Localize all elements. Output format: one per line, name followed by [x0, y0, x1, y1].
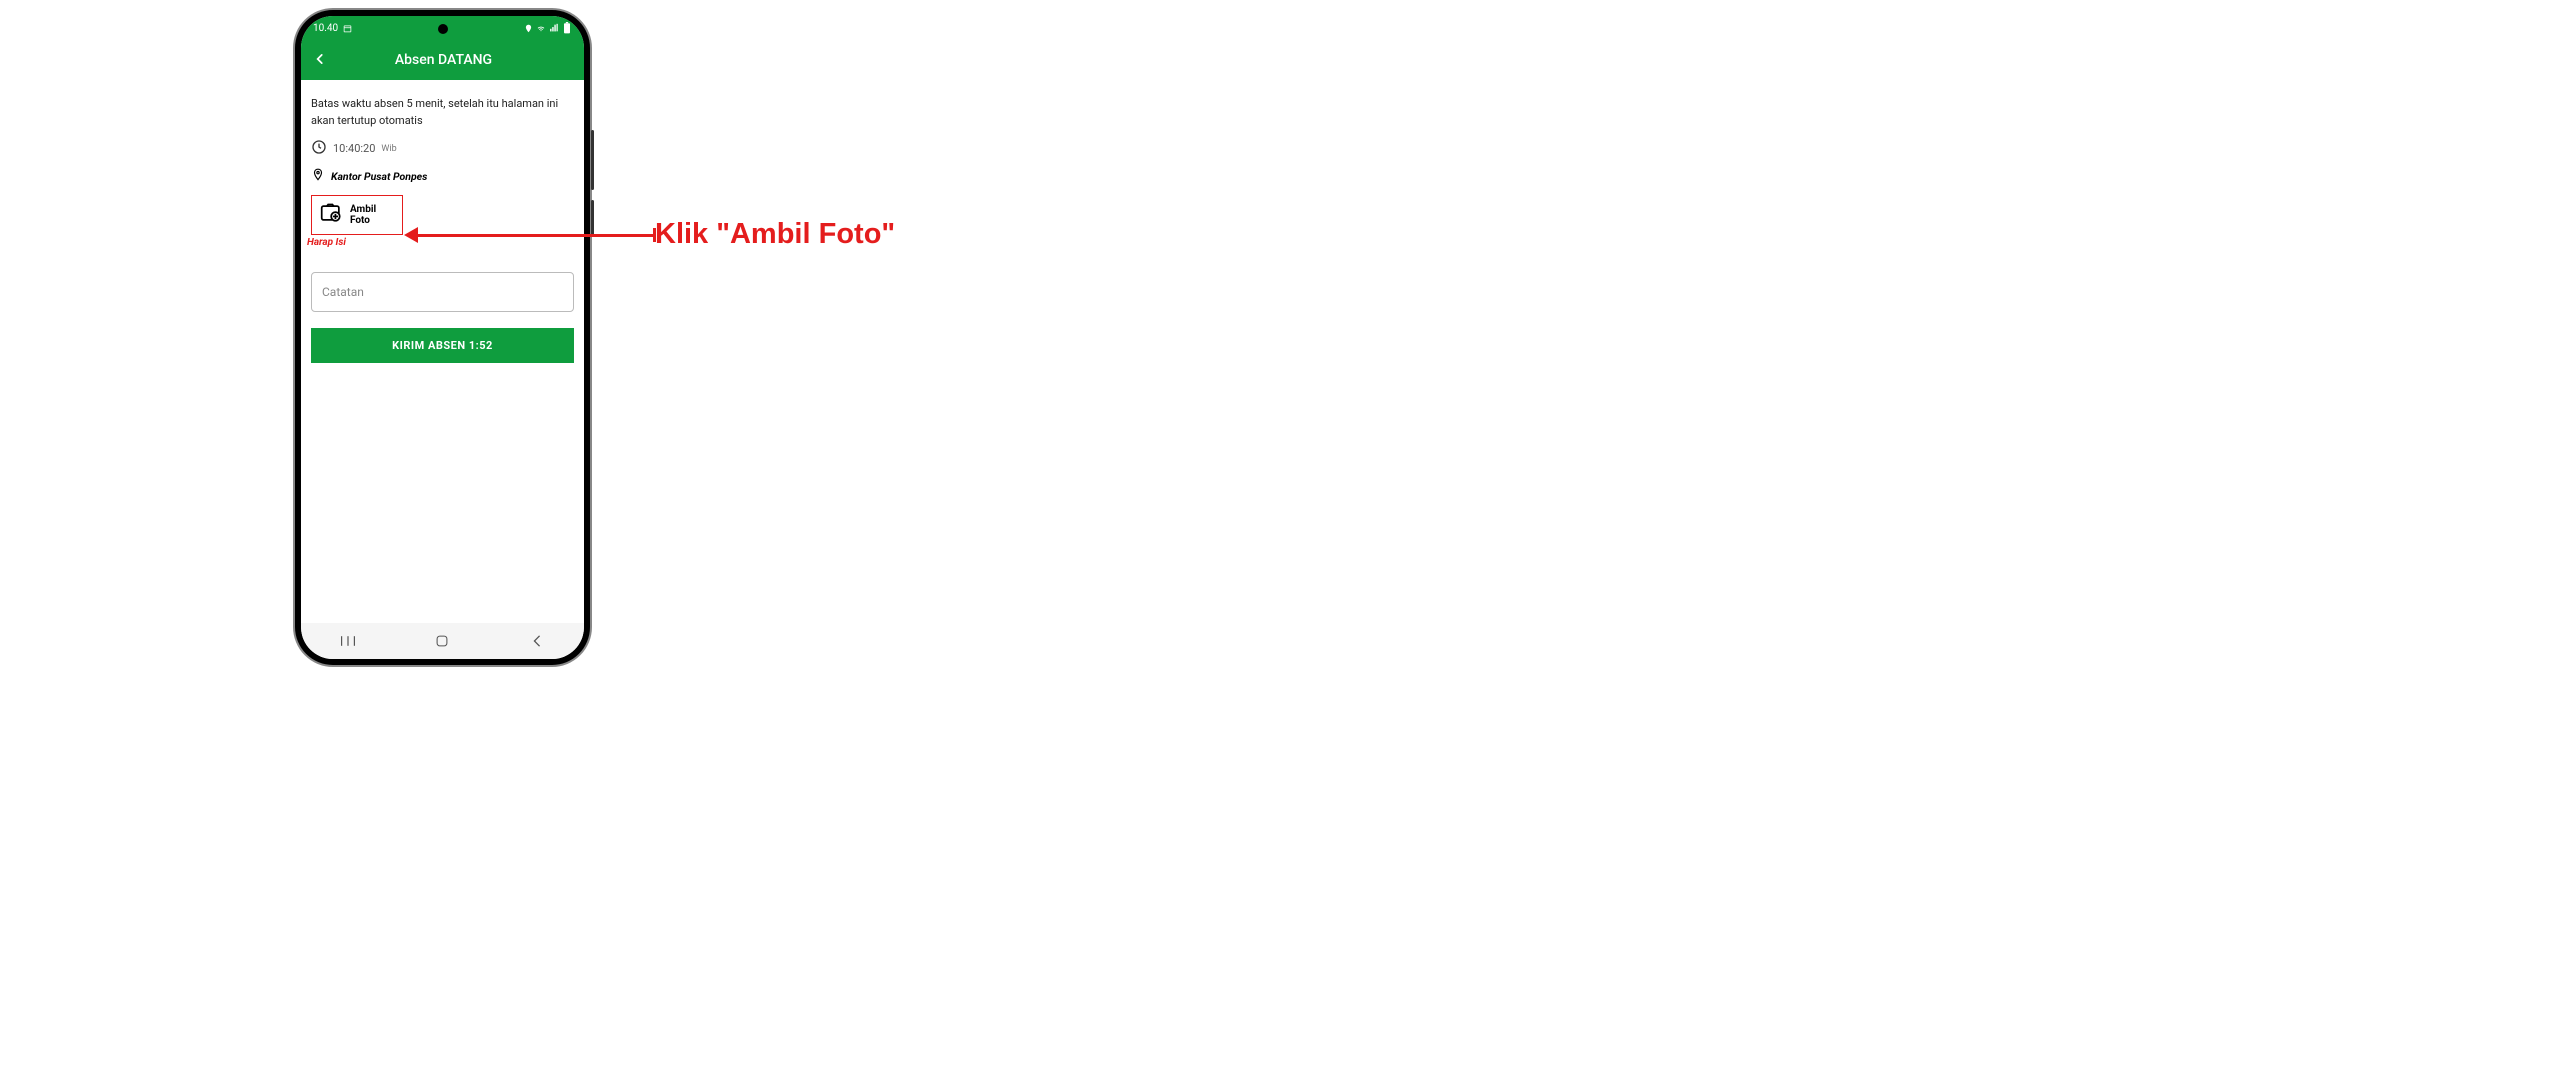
location-pin-icon: [311, 168, 325, 185]
content-area: Batas waktu absen 5 menit, setelah itu h…: [301, 80, 584, 623]
validation-text: Harap Isi: [307, 237, 574, 248]
annotation-arrow-line: [408, 234, 656, 237]
home-button[interactable]: [422, 634, 462, 648]
camera-plus-icon: [320, 202, 344, 228]
location-row: Kantor Pusat Ponpes: [311, 168, 574, 185]
submit-button[interactable]: KIRIM ABSEN 1:52: [311, 328, 574, 363]
calendar-icon: [342, 23, 352, 33]
clock-icon: [311, 139, 327, 158]
app-header: Absen DATANG: [301, 40, 584, 80]
android-nav-bar: [301, 623, 584, 659]
info-text: Batas waktu absen 5 menit, setelah itu h…: [311, 96, 574, 129]
phone-side-button: [591, 130, 594, 190]
phone-screen: 10.40: [301, 16, 584, 659]
battery-icon: [562, 23, 572, 33]
take-photo-button[interactable]: Ambil Foto: [311, 195, 403, 235]
phone-frame: 10.40: [295, 10, 590, 665]
annotation: Klik "Ambil Foto": [655, 218, 895, 251]
time-value: 10:40:20: [333, 142, 375, 155]
annotation-arrow-head: [404, 227, 418, 243]
back-nav-button[interactable]: [517, 634, 557, 648]
notes-input[interactable]: Catatan: [311, 272, 574, 312]
status-time: 10.40: [313, 23, 338, 34]
back-button[interactable]: [313, 50, 327, 71]
wifi-icon: [536, 23, 546, 33]
photo-label: Ambil Foto: [350, 204, 394, 226]
time-row: 10:40:20 Wib: [311, 139, 574, 158]
camera-notch: [438, 24, 448, 34]
page-title: Absen DATANG: [339, 52, 548, 68]
signal-icon: [549, 23, 559, 33]
time-suffix: Wib: [381, 144, 396, 154]
phone-side-button: [591, 200, 594, 235]
location-icon: [523, 23, 533, 33]
recent-apps-button[interactable]: [328, 634, 368, 648]
annotation-text: Klik "Ambil Foto": [655, 218, 895, 251]
location-text: Kantor Pusat Ponpes: [331, 170, 427, 183]
